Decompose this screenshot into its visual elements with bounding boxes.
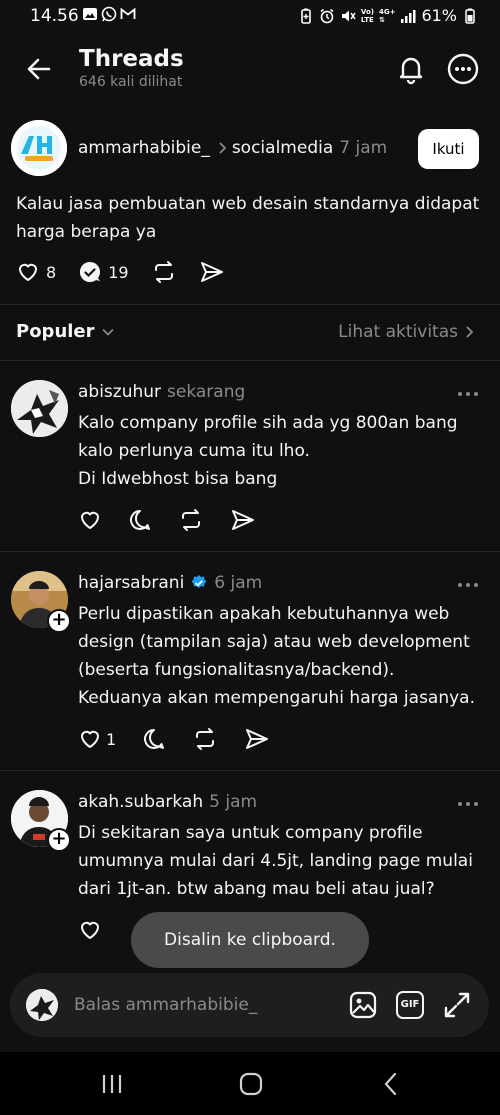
network-type: 4G+ ⇅: [378, 7, 396, 24]
send-icon: [200, 262, 223, 282]
status-bar: 14.56 Vo) LTE 4G+ ⇅ 61%: [0, 0, 500, 34]
reply-composer: GIF: [10, 973, 489, 1037]
activity-link-label: Lihat aktivitas: [338, 322, 458, 342]
bell-icon[interactable]: [394, 52, 428, 86]
comment-icon[interactable]: [128, 508, 152, 532]
send-icon[interactable]: [244, 727, 270, 751]
heart-icon: [81, 730, 99, 748]
battery-saver-icon: [301, 8, 311, 24]
battery-icon: [465, 8, 475, 24]
verified-badge-icon: [191, 575, 207, 588]
avatar-art-icon: [11, 380, 68, 437]
reply-text: Di sekitaran saya untuk company profile …: [78, 823, 473, 899]
reply-time: 5 jam: [209, 792, 258, 812]
follow-plus-icon[interactable]: +: [47, 828, 71, 852]
reply-button[interactable]: 19: [78, 260, 129, 284]
share-button[interactable]: [199, 260, 225, 284]
expand-icon[interactable]: [442, 990, 472, 1020]
chevron-right-icon: [466, 326, 474, 338]
comment-icon[interactable]: [142, 727, 166, 751]
brand-logo-icon: [11, 120, 67, 176]
reply-username[interactable]: akah.subarkah: [78, 792, 203, 812]
gallery-icon: [83, 8, 97, 20]
sort-label: Populer: [16, 321, 95, 342]
reply-actions: [78, 508, 282, 532]
status-time: 14.56: [30, 6, 79, 26]
system-status: Vo) LTE 4G+ ⇅ 61%: [298, 6, 478, 25]
gif-button[interactable]: GIF: [396, 991, 424, 1019]
repost-icon[interactable]: [178, 508, 204, 532]
send-icon[interactable]: [230, 508, 256, 532]
reply-header: hajarsabrani 6 jam: [78, 573, 262, 593]
divider: [0, 551, 500, 552]
reply-text: Kalo company profile sih ada yg 800an ba…: [78, 413, 458, 489]
recent-apps-icon[interactable]: [97, 1072, 127, 1096]
reply-check-icon: [80, 262, 101, 282]
post-time: 7 jam: [339, 138, 388, 158]
top-bar: Threads 646 kali dilihat: [0, 40, 500, 100]
post-meta: ammarhabibie_ socialmedia 7 jam: [78, 138, 387, 158]
avatar: [26, 989, 58, 1021]
like-count: 8: [46, 262, 57, 282]
chevron-right-icon: [219, 142, 227, 154]
post-text: Kalau jasa pembuatan web desain standarn…: [16, 194, 480, 242]
post-actions: 8 19: [16, 260, 247, 284]
repost-button[interactable]: [151, 260, 177, 284]
post-username[interactable]: ammarhabibie_: [78, 138, 210, 158]
like-button[interactable]: 1: [78, 727, 116, 751]
volte-indicator: Vo) LTE: [360, 7, 374, 24]
reply-count: 19: [108, 262, 129, 282]
follow-plus-icon[interactable]: +: [47, 609, 71, 633]
signal-icon: [401, 9, 416, 23]
follow-button[interactable]: Ikuti: [418, 129, 479, 169]
repost-icon[interactable]: [192, 727, 218, 751]
repost-icon: [154, 261, 173, 283]
alarm-icon: [320, 8, 334, 23]
whatsapp-icon: [101, 6, 117, 22]
reply-time: sekarang: [167, 382, 246, 402]
reply-username[interactable]: abiszuhur: [78, 382, 161, 402]
chevron-down-icon: [101, 328, 114, 336]
battery-percent: 61%: [421, 6, 457, 25]
reply-header: akah.subarkah 5 jam: [78, 792, 257, 812]
back-nav-icon[interactable]: [376, 1072, 406, 1096]
more-options-icon[interactable]: [446, 52, 480, 86]
community-tag[interactable]: socialmedia: [232, 138, 333, 158]
heart-icon: [19, 263, 37, 281]
like-count: 1: [106, 729, 117, 749]
reply-actions: 1: [78, 727, 296, 751]
divider: [0, 770, 500, 771]
activity-link[interactable]: Lihat aktivitas: [338, 322, 476, 342]
image-attach-icon[interactable]: [348, 990, 378, 1020]
mute-icon: [341, 10, 356, 21]
like-button[interactable]: 8: [16, 260, 56, 284]
page-title: Threads: [79, 46, 184, 72]
back-arrow-icon[interactable]: [22, 52, 56, 86]
reply-text: Perlu dipastikan apakah kebutuhannya web…: [78, 604, 476, 708]
reply-username[interactable]: hajarsabrani: [78, 573, 184, 593]
notification-icons: [82, 6, 136, 22]
heart-icon[interactable]: [78, 508, 102, 532]
home-icon[interactable]: [236, 1072, 266, 1096]
view-count: 646 kali dilihat: [79, 74, 183, 90]
system-nav-bar: [0, 1052, 500, 1115]
reply-header: abiszuhur sekarang: [78, 382, 245, 402]
more-icon[interactable]: [456, 388, 480, 400]
avatar[interactable]: [11, 380, 68, 437]
gmail-icon: [120, 7, 136, 19]
sort-row: Populer Lihat aktivitas: [0, 305, 500, 360]
toast-message: Disalin ke clipboard.: [131, 912, 369, 968]
heart-icon[interactable]: [78, 918, 102, 942]
reply-time: 6 jam: [214, 573, 263, 593]
reply-actions: [78, 918, 128, 942]
avatar-art-icon: [26, 989, 58, 1021]
more-icon[interactable]: [456, 579, 480, 591]
sort-dropdown[interactable]: Populer: [16, 321, 115, 342]
divider: [0, 360, 500, 361]
reply-input[interactable]: [74, 991, 334, 1019]
avatar[interactable]: [11, 120, 67, 176]
more-icon[interactable]: [456, 798, 480, 810]
